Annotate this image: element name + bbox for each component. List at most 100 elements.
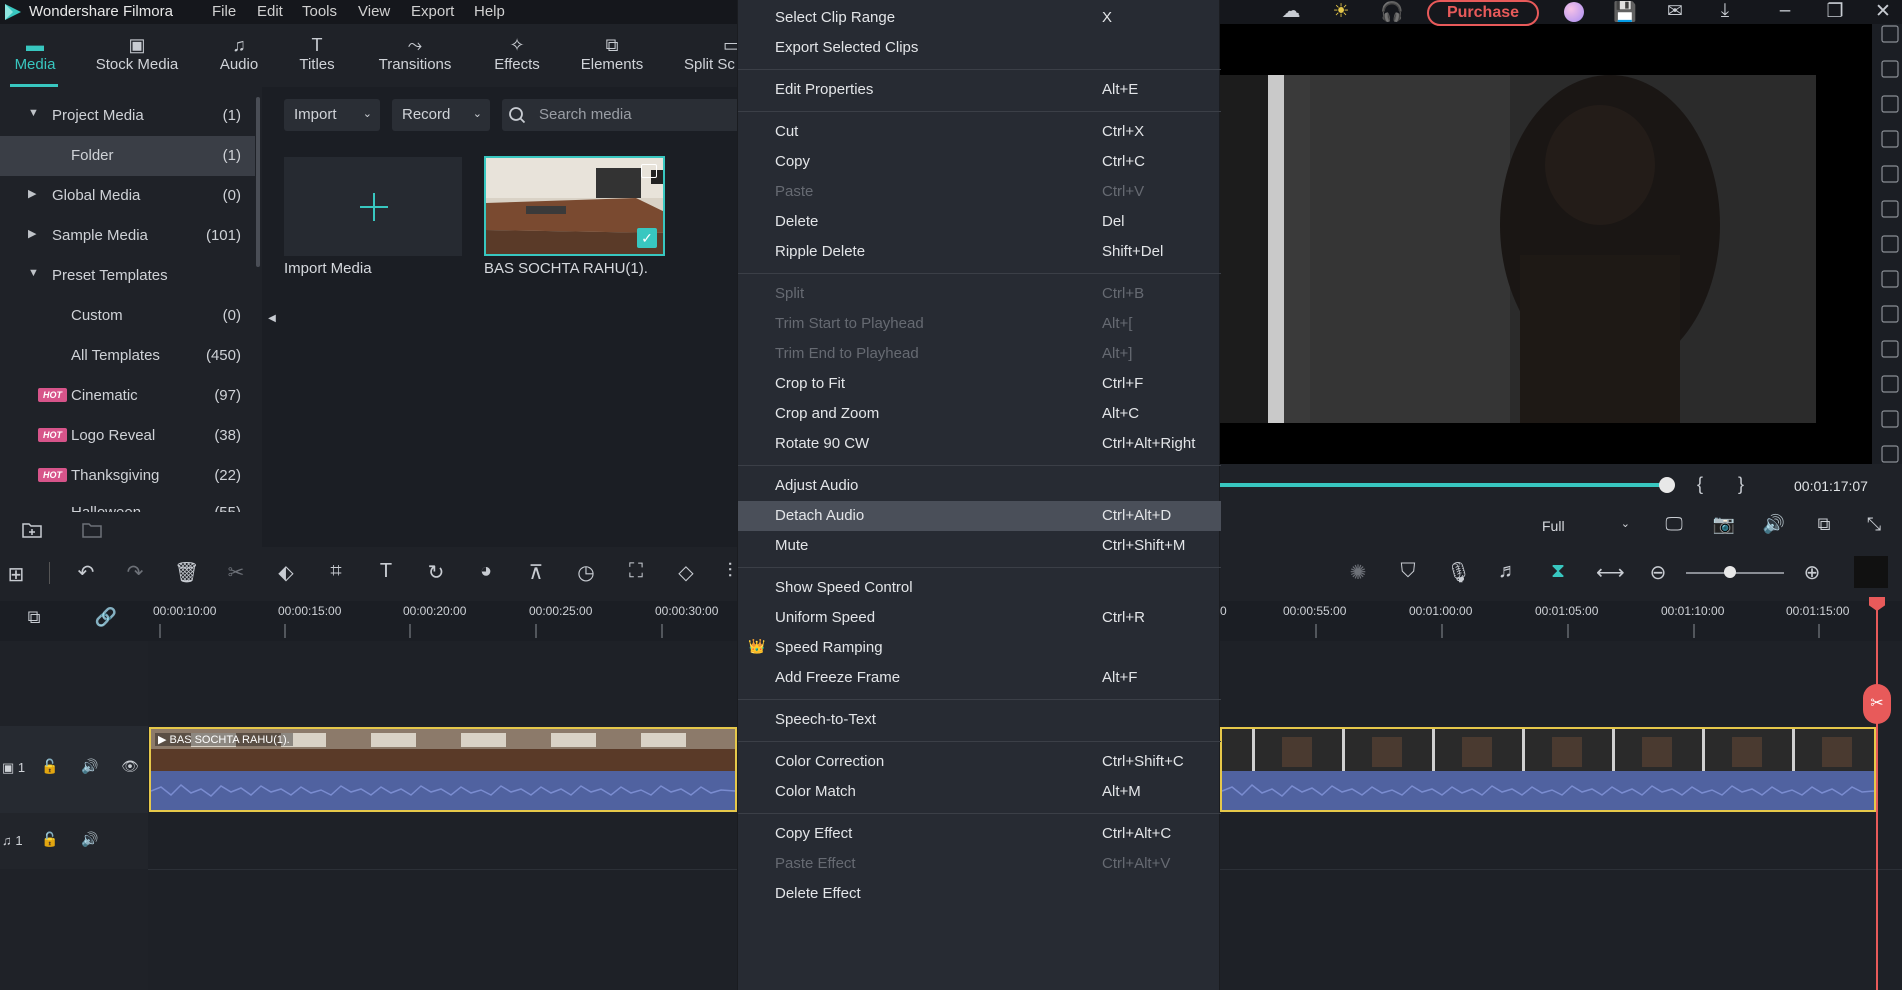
lock-icon[interactable]: 🔓 [40, 758, 60, 775]
menu-item-rotate-90-cw[interactable]: Rotate 90 CW Ctrl+Alt+Right [738, 429, 1221, 459]
stabilize-icon[interactable]: ⊼ [524, 560, 548, 585]
link-icon[interactable]: 🔗 [94, 607, 118, 628]
menu-item-select-clip-range[interactable]: Select Clip Range X [738, 3, 1221, 33]
timeline-playhead[interactable] [1876, 597, 1878, 990]
minimize-icon[interactable]: – [1772, 0, 1798, 22]
pip-icon[interactable]: ⧉ [1812, 514, 1836, 535]
display-icon[interactable]: 🖵 [1662, 514, 1686, 535]
menu-item-color-correction[interactable]: Color Correction Ctrl+Shift+C [738, 747, 1221, 777]
collapse-sidebar-icon[interactable]: ◀ [263, 307, 281, 331]
menu-tools[interactable]: Tools [302, 3, 337, 20]
sidebar-item-cinematic[interactable]: HOT Cinematic (97) [0, 376, 255, 416]
crop-icon[interactable]: ⌗ [324, 560, 348, 583]
speaker-icon[interactable]: 🔊 [80, 831, 100, 848]
close-icon[interactable]: ✕ [1870, 0, 1896, 23]
redo-icon[interactable]: ↷ [123, 560, 147, 585]
sidebar-item-thanksgiving[interactable]: HOT Thanksgiving (22) [0, 456, 255, 496]
fit-timeline-icon[interactable]: ⟷ [1596, 560, 1625, 585]
sidebar-item-custom[interactable]: Custom (0) [0, 296, 255, 336]
menu-item-delete[interactable]: Delete Del [738, 207, 1221, 237]
preview-video-frame[interactable] [1220, 75, 1816, 423]
layout-grid-icon[interactable]: ⊞ [4, 562, 28, 587]
expand-down-icon[interactable]: ▼ [28, 267, 39, 279]
menu-item-export-selected-clips[interactable]: Export Selected Clips [738, 33, 1221, 63]
zoom-in-icon[interactable]: ⊕ [1800, 560, 1824, 585]
keyframe-icon[interactable]: ◇ [674, 560, 698, 585]
menu-item-show-speed-control[interactable]: Show Speed Control [738, 573, 1221, 603]
snap-icon[interactable]: ⧗ [1546, 560, 1570, 583]
menu-export[interactable]: Export [411, 3, 454, 20]
menu-item-detach-audio[interactable]: Detach Audio Ctrl+Alt+D [738, 501, 1221, 531]
menu-edit[interactable]: Edit [257, 3, 283, 20]
add-track-icon[interactable]: ⧉ [22, 607, 46, 628]
menu-item-adjust-audio[interactable]: Adjust Audio [738, 471, 1221, 501]
color-palette-icon[interactable]: ◕ [474, 560, 498, 583]
menu-item-crop-and-zoom[interactable]: Crop and Zoom Alt+C [738, 399, 1221, 429]
menu-item-uniform-speed[interactable]: Uniform Speed Ctrl+R [738, 603, 1221, 633]
menu-item-copy[interactable]: Copy Ctrl+C [738, 147, 1221, 177]
import-media-tile[interactable] [284, 157, 462, 256]
menu-item-speed-ramping[interactable]: Speed Ramping 👑 [738, 633, 1221, 663]
tab-split-screen[interactable]: ▭ Split Sc [684, 34, 740, 84]
sidebar-item-folder[interactable]: Folder (1) [0, 136, 255, 176]
sidebar-scrollbar[interactable] [256, 97, 260, 267]
tag-icon[interactable]: ⬖ [274, 560, 298, 585]
cut-scissors-icon[interactable]: ✂ [224, 560, 248, 585]
panel-toggle[interactable] [1854, 556, 1888, 588]
tab-media[interactable]: ▬ Media [8, 34, 62, 84]
menu-item-color-match[interactable]: Color Match Alt+M [738, 777, 1221, 807]
speed-timer-icon[interactable]: ◷ [574, 560, 598, 585]
sidebar-item-halloween[interactable]: Halloween(55) [0, 496, 255, 512]
expand-right-icon[interactable]: ▶ [28, 187, 36, 200]
lock-icon[interactable]: 🔓 [40, 831, 60, 848]
new-folder-icon[interactable] [22, 520, 42, 538]
menu-item-ripple-delete[interactable]: Ripple Delete Shift+Del [738, 237, 1221, 267]
tab-elements[interactable]: ⧉ Elements [578, 34, 646, 84]
render-preview-icon[interactable]: ✺ [1346, 560, 1370, 585]
cloud-icon[interactable]: ☁ [1278, 0, 1304, 23]
microphone-icon[interactable]: 🎙 [1446, 560, 1471, 585]
account-avatar-icon[interactable] [1564, 2, 1584, 22]
lightbulb-icon[interactable]: ☀ [1328, 0, 1354, 23]
mark-out-icon[interactable]: } [1733, 474, 1749, 495]
download-icon[interactable]: ⤓ [1712, 0, 1738, 22]
zoom-slider-handle[interactable] [1724, 566, 1736, 578]
sidebar-item-sample-media[interactable]: ▶ Sample Media (101) [0, 216, 255, 256]
headset-support-icon[interactable]: 🎧 [1379, 0, 1405, 24]
tab-stock-media[interactable]: ▣ Stock Media [92, 34, 182, 84]
text-icon[interactable]: T [374, 560, 398, 583]
save-icon[interactable]: 💾 [1612, 0, 1638, 24]
marker-shield-icon[interactable]: ⛉ [1396, 560, 1420, 583]
menu-item-edit-properties[interactable]: Edit Properties Alt+E [738, 75, 1221, 105]
menu-help[interactable]: Help [474, 3, 505, 20]
menu-view[interactable]: View [358, 3, 390, 20]
timeline-video-clip[interactable]: ▶ BAS SOCHTA RAHU(1). [149, 727, 737, 812]
preview-quality-dropdown[interactable]: Full ⌄ [1532, 516, 1636, 536]
rotate-icon[interactable]: ↻ [424, 560, 448, 585]
sidebar-item-preset-templates[interactable]: ▼ Preset Templates [0, 256, 255, 296]
undo-icon[interactable]: ↶ [74, 560, 98, 585]
zoom-out-icon[interactable]: ⊖ [1646, 560, 1670, 585]
restore-icon[interactable]: ❐ [1822, 0, 1848, 23]
tab-titles[interactable]: T Titles [290, 34, 344, 84]
expand-down-icon[interactable]: ▼ [28, 107, 39, 119]
menu-item-delete-effect[interactable]: Delete Effect [738, 879, 1221, 909]
expand-right-icon[interactable]: ▶ [28, 227, 36, 240]
snapshot-camera-icon[interactable]: 📷 [1712, 514, 1736, 535]
menu-item-add-freeze-frame[interactable]: Add Freeze Frame Alt+F [738, 663, 1221, 693]
fullscreen-icon[interactable]: ⤡ [1862, 514, 1886, 535]
mail-icon[interactable]: ✉ [1662, 0, 1688, 23]
search-media-input[interactable]: Search media [502, 99, 740, 131]
menu-file[interactable]: File [212, 3, 236, 20]
purchase-button[interactable]: Purchase [1427, 0, 1539, 26]
audio-list-icon[interactable]: ♬ [1496, 560, 1520, 583]
menu-item-speech-to-text[interactable]: Speech-to-Text [738, 705, 1221, 735]
timeline-video-clip-continued[interactable] [1220, 727, 1876, 812]
tab-audio[interactable]: ♫ Audio [212, 34, 266, 84]
media-clip-thumbnail[interactable]: ✓ [484, 156, 665, 256]
record-dropdown[interactable]: Record ⌄ [392, 99, 490, 131]
delete-icon[interactable]: 🗑 [174, 560, 199, 585]
tab-transitions[interactable]: ⤳ Transitions [372, 34, 458, 84]
menu-item-mute[interactable]: Mute Ctrl+Shift+M [738, 531, 1221, 561]
eye-icon[interactable]: 👁 [120, 758, 140, 775]
